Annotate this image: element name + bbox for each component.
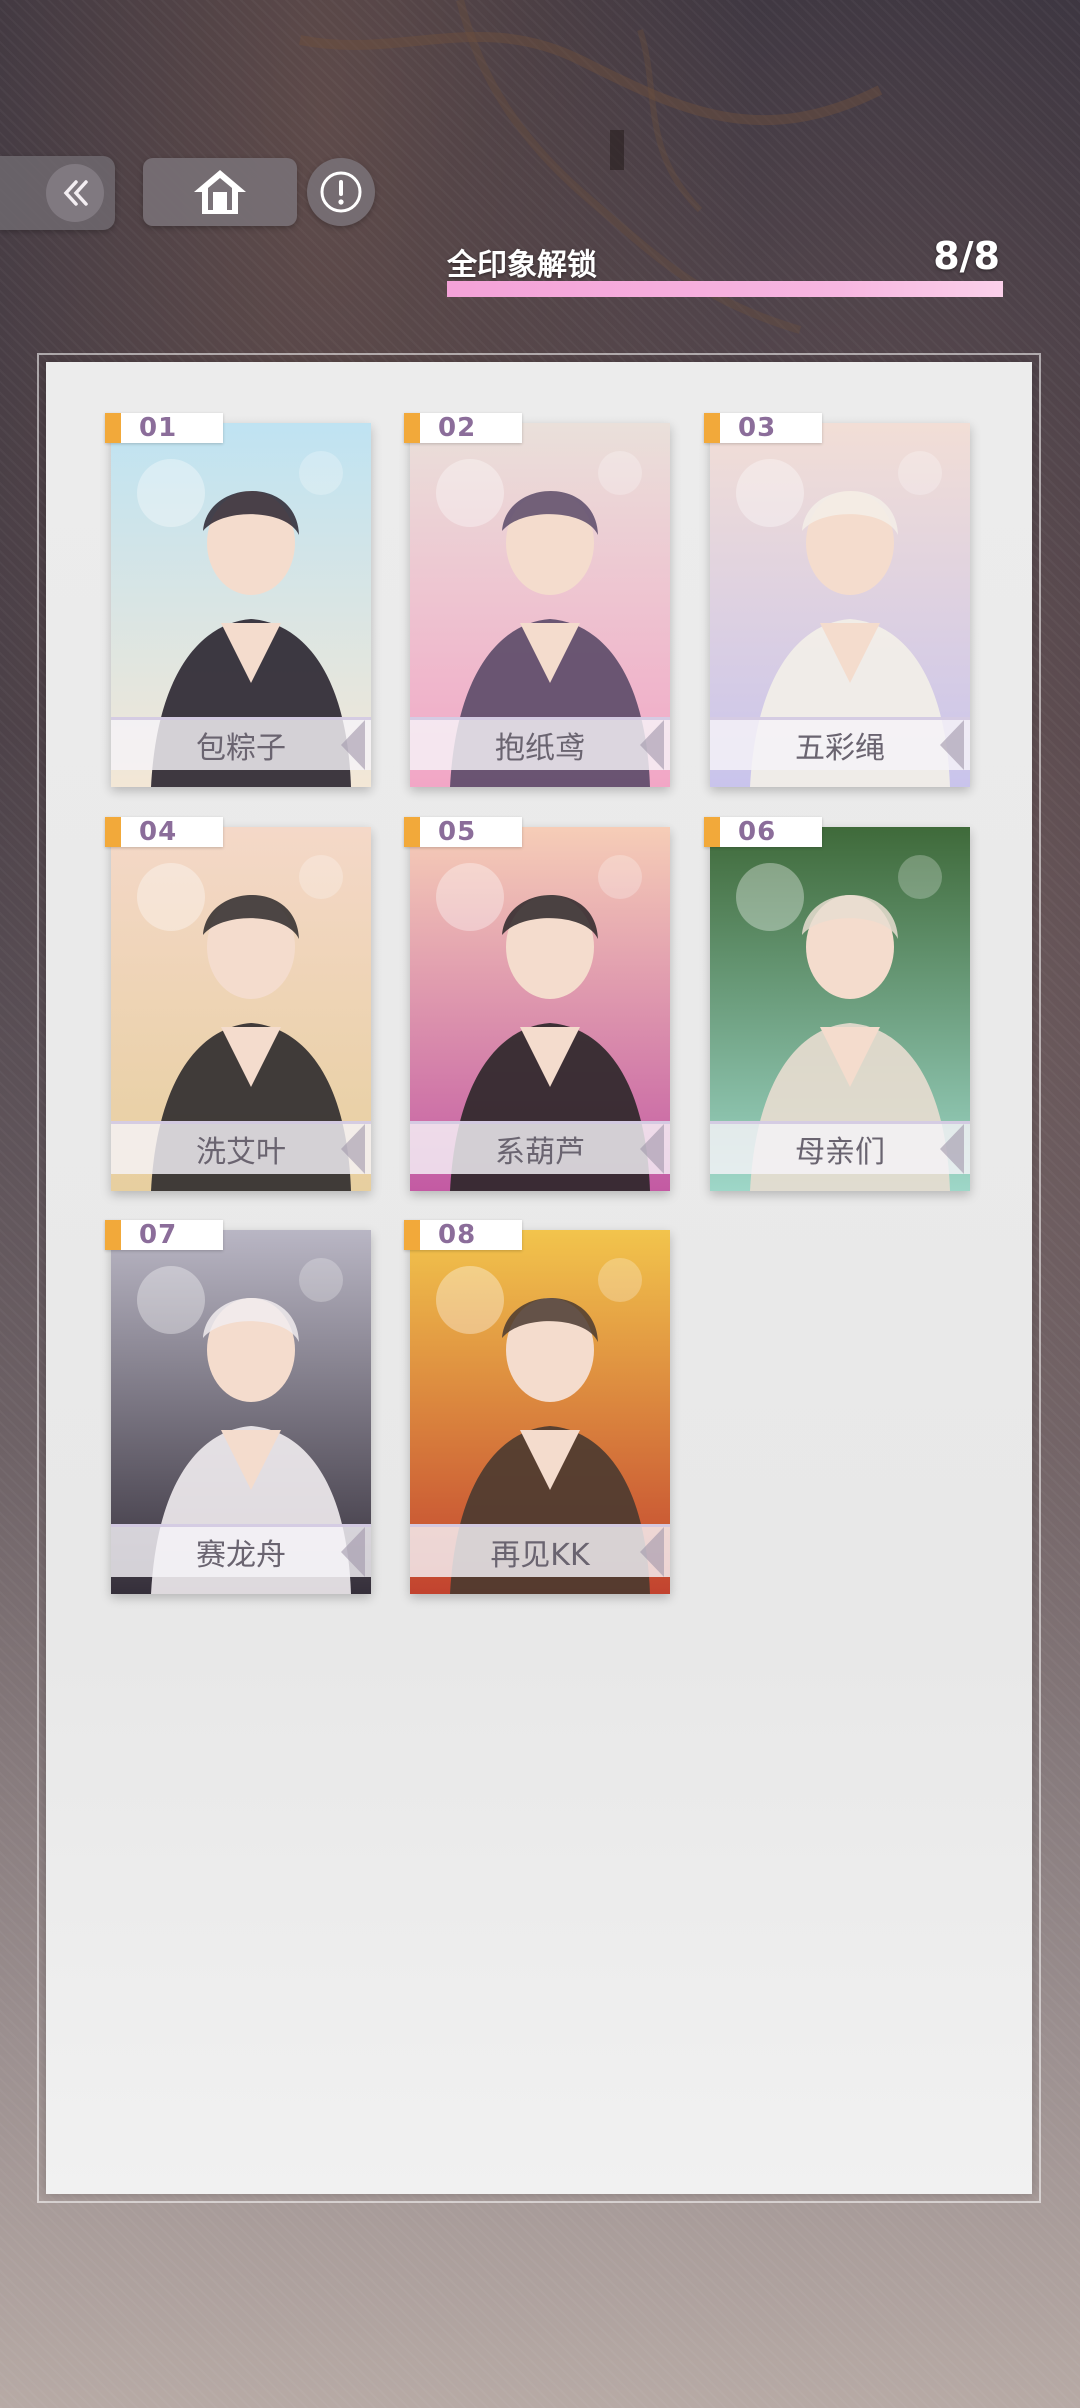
story-card[interactable]: 04 洗艾叶	[105, 817, 371, 1191]
card-label-bar: 母亲们	[710, 1121, 970, 1174]
card-number-tab: 08	[404, 1220, 522, 1250]
story-card[interactable]: 07 赛龙舟	[105, 1220, 371, 1594]
card-number-tab: 01	[105, 413, 223, 443]
card-title: 再见KK	[490, 1538, 590, 1573]
card-label-bar: 洗艾叶	[111, 1121, 371, 1174]
card-label-bar: 五彩绳	[710, 717, 970, 770]
card-title: 系葫芦	[495, 1135, 585, 1170]
story-card[interactable]: 01 包粽子	[105, 413, 371, 787]
card-corner-marker	[704, 413, 720, 443]
card-title: 母亲们	[795, 1135, 885, 1170]
card-number: 04	[139, 817, 178, 847]
double-chevron-left-icon	[46, 164, 104, 222]
card-title: 包粽子	[196, 731, 286, 766]
card-number: 07	[139, 1220, 178, 1250]
card-number: 02	[438, 413, 477, 443]
progress-bar-fill	[447, 281, 1003, 297]
info-button[interactable]	[307, 158, 375, 226]
card-number-tab: 04	[105, 817, 223, 847]
card-corner-marker	[105, 817, 121, 847]
card-corner-marker	[404, 1220, 420, 1250]
story-card[interactable]: 08 再见KK	[404, 1220, 670, 1594]
card-corner-marker	[105, 413, 121, 443]
card-label-arrow-decoration	[341, 720, 365, 770]
card-corner-marker	[704, 817, 720, 847]
card-label-arrow-decoration	[940, 1124, 964, 1174]
card-label-arrow-decoration	[640, 1527, 664, 1577]
card-label-bar: 赛龙舟	[111, 1524, 371, 1577]
story-card[interactable]: 05 系葫芦	[404, 817, 670, 1191]
story-card[interactable]: 03 五彩绳	[704, 413, 970, 787]
card-title: 抱纸鸢	[495, 731, 585, 766]
card-corner-marker	[404, 817, 420, 847]
card-number-tab: 05	[404, 817, 522, 847]
card-corner-marker	[105, 1220, 121, 1250]
card-label-arrow-decoration	[640, 1124, 664, 1174]
card-title: 五彩绳	[795, 731, 885, 766]
card-number-tab: 03	[704, 413, 822, 443]
card-label-bar: 包粽子	[111, 717, 371, 770]
card-label-bar: 再见KK	[410, 1524, 670, 1577]
story-card[interactable]: 06 母亲们	[704, 817, 970, 1191]
card-label-bar: 系葫芦	[410, 1121, 670, 1174]
back-button[interactable]	[0, 156, 115, 230]
progress-bar	[447, 281, 1003, 297]
card-label-arrow-decoration	[341, 1527, 365, 1577]
card-number: 06	[738, 817, 777, 847]
card-label-arrow-decoration	[341, 1124, 365, 1174]
card-title: 赛龙舟	[196, 1538, 286, 1573]
card-number: 05	[438, 817, 477, 847]
progress-title: 全印象解锁	[447, 248, 597, 283]
card-number: 01	[139, 413, 178, 443]
card-label-arrow-decoration	[940, 720, 964, 770]
card-title: 洗艾叶	[196, 1135, 286, 1170]
card-number: 08	[438, 1220, 477, 1250]
home-button[interactable]	[143, 158, 297, 226]
card-number-tab: 06	[704, 817, 822, 847]
card-label-bar: 抱纸鸢	[410, 717, 670, 770]
card-number-tab: 02	[404, 413, 522, 443]
card-corner-marker	[404, 413, 420, 443]
story-card[interactable]: 02 抱纸鸢	[404, 413, 670, 787]
card-number-tab: 07	[105, 1220, 223, 1250]
card-label-arrow-decoration	[640, 720, 664, 770]
home-icon	[194, 170, 246, 214]
progress-count: 8/8	[933, 234, 1000, 278]
card-number: 03	[738, 413, 777, 443]
info-icon	[320, 171, 362, 213]
